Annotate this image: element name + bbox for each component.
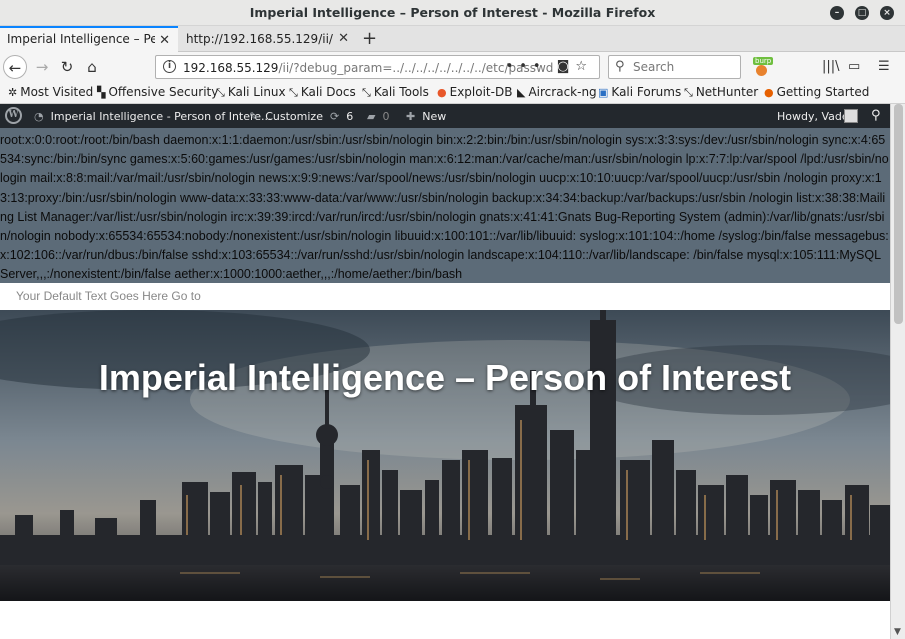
avatar[interactable] xyxy=(844,109,858,123)
aircrack-icon: ◣ xyxy=(517,86,526,99)
search-input[interactable]: ⚲ Search xyxy=(608,55,741,79)
wordpress-logo-icon[interactable]: W xyxy=(5,107,22,124)
forums-icon: ▣ xyxy=(598,86,609,99)
sidebar-icon[interactable]: ▭ xyxy=(848,59,860,74)
page-content-area xyxy=(0,601,890,639)
bookmark-aircrack-ng[interactable]: ◣ Aircrack-ng xyxy=(517,85,597,99)
maximize-icon[interactable]: □ xyxy=(855,6,869,20)
burp-badge: burp xyxy=(753,57,774,65)
firefox-icon: ● xyxy=(764,86,774,99)
bookmark-kali-tools[interactable]: ⤡ Kali Tools xyxy=(362,85,429,100)
home-button[interactable]: ⌂ xyxy=(80,55,104,79)
bookmark-label: Most Visited xyxy=(20,85,94,99)
new-tab-button[interactable]: + xyxy=(362,28,377,49)
burp-extension-icon[interactable]: burp xyxy=(751,57,774,77)
url-bar[interactable]: i 192.168.55.129/ii/?debug_param=../../.… xyxy=(155,55,600,79)
bookmark-label: Kali Linux xyxy=(227,85,286,99)
scrollbar-thumb[interactable] xyxy=(894,104,903,324)
brush-icon: ✎ xyxy=(249,110,259,123)
reload-button[interactable]: ↻ xyxy=(55,55,79,79)
site-info-icon[interactable]: i xyxy=(163,60,176,73)
bookmark-star-icon[interactable]: ☆ xyxy=(575,59,593,74)
bookmark-nethunter[interactable]: ⤡ NetHunter xyxy=(684,85,758,100)
tab-label: Imperial Intelligence – Person xyxy=(7,32,155,46)
dashboard-icon: ◔ xyxy=(34,110,44,123)
updates-icon: ⟳ xyxy=(330,110,340,123)
bookmark-kali-forums[interactable]: ▣ Kali Forums xyxy=(598,85,681,99)
tab-imperial-intelligence[interactable]: Imperial Intelligence – Person ✕ xyxy=(0,26,178,52)
back-button[interactable]: ← xyxy=(3,55,27,79)
scroll-down-arrow-icon[interactable]: ▼ xyxy=(894,627,901,637)
wp-customize[interactable]: ✎ Customize xyxy=(249,110,323,123)
bookmark-label: Kali Forums xyxy=(611,85,682,99)
wp-howdy[interactable]: Howdy, Vader xyxy=(777,110,853,123)
close-tab-icon[interactable]: ✕ xyxy=(338,31,349,46)
bookmark-kali-docs[interactable]: ⤡ Kali Docs xyxy=(289,85,356,100)
library-icon[interactable]: |||\ xyxy=(822,59,840,74)
tab-ii-url[interactable]: http://192.168.55.129/ii/ ✕ xyxy=(179,26,357,52)
wp-updates[interactable]: ⟳ 6 xyxy=(330,110,353,123)
minimize-icon[interactable]: – xyxy=(830,6,844,20)
hero-title: Imperial Intelligence – Person of Intere… xyxy=(98,357,792,398)
bookmark-most-visited[interactable]: ✲ Most Visited xyxy=(8,85,93,99)
bookmark-label: Aircrack-ng xyxy=(528,85,597,99)
comment-icon: ▰ xyxy=(367,110,376,123)
bookmark-label: Exploit-DB xyxy=(449,85,513,99)
exploitdb-icon: ● xyxy=(437,86,447,99)
window-titlebar: Imperial Intelligence – Person of Intere… xyxy=(0,0,905,26)
wp-customize-label: Customize xyxy=(265,110,323,123)
wp-new-label: New xyxy=(422,110,447,123)
page-actions: ••• ◙☆ xyxy=(506,59,593,74)
bookmarks-toolbar: ✲ Most Visited ▚ Offensive Security ⤡ Kali … xyxy=(0,82,905,104)
bookmark-getting-started[interactable]: ● Getting Started xyxy=(764,85,869,99)
more-actions-icon[interactable]: ••• xyxy=(506,59,547,74)
search-icon: ⚲ xyxy=(615,59,625,74)
bookmark-label: Offensive Security xyxy=(108,85,219,99)
kali-icon: ⤡ xyxy=(216,86,225,99)
wp-site-name-label: Imperial Intelligence - Person of Intere… xyxy=(50,110,272,123)
tab-label: http://192.168.55.129/ii/ xyxy=(186,32,333,46)
bookmark-exploit-db[interactable]: ● Exploit-DB xyxy=(437,85,512,99)
url-text: 192.168.55.129/ii/?debug_param=../../../… xyxy=(183,61,553,75)
bookmark-label: Kali Docs xyxy=(300,85,356,99)
wp-comments-count: 0 xyxy=(382,110,390,123)
default-text-banner: Your Default Text Goes Here Go to xyxy=(0,283,890,310)
bookmark-label: NetHunter xyxy=(695,85,759,99)
close-window-icon[interactable]: × xyxy=(880,6,894,20)
offsec-icon: ▚ xyxy=(97,86,106,99)
bookmark-offensive-security[interactable]: ▚ Offensive Security xyxy=(97,85,218,99)
burp-circle xyxy=(756,65,767,76)
city-skyline-image xyxy=(0,310,890,601)
wp-site-name[interactable]: ◔ Imperial Intelligence - Person of Inte… xyxy=(34,110,272,123)
search-placeholder: Search xyxy=(633,60,675,74)
kali-icon: ⤡ xyxy=(289,86,298,99)
bookmark-label: Getting Started xyxy=(776,85,870,99)
wp-comments[interactable]: ▰ 0 xyxy=(367,110,389,123)
kali-icon: ⤡ xyxy=(362,86,371,99)
url-host: 192.168.55.129 xyxy=(183,61,279,75)
bookmark-label: Kali Tools xyxy=(373,85,429,99)
window-title: Imperial Intelligence – Person of Intere… xyxy=(249,5,656,20)
kali-icon: ⤡ xyxy=(684,86,693,99)
menu-icon[interactable]: ☰ xyxy=(878,59,890,74)
bookmark-kali-linux[interactable]: ⤡ Kali Linux xyxy=(216,85,286,100)
passwd-file-output: root:x:0:0:root:/root:/bin/bash daemon:x… xyxy=(0,128,890,283)
wp-admin-bar: W ◔ Imperial Intelligence - Person of In… xyxy=(0,104,890,128)
forward-button[interactable]: → xyxy=(30,55,54,79)
pocket-icon[interactable]: ◙ xyxy=(557,59,576,74)
wp-new[interactable]: ✚ New xyxy=(406,110,446,123)
navigation-toolbar: ← → ↻ ⌂ i 192.168.55.129/ii/?debug_param… xyxy=(0,52,905,82)
hero-header: Imperial Intelligence – Person of Intere… xyxy=(0,310,890,601)
tab-strip: Imperial Intelligence – Person ✕ http://… xyxy=(0,26,905,52)
gear-icon: ✲ xyxy=(8,86,18,99)
plus-icon: ✚ xyxy=(406,110,416,123)
wp-updates-count: 6 xyxy=(346,110,354,123)
search-icon[interactable]: ⚲ xyxy=(871,108,881,123)
page-scrollbar[interactable]: ▼ xyxy=(890,104,905,639)
close-tab-icon[interactable]: ✕ xyxy=(159,33,170,48)
